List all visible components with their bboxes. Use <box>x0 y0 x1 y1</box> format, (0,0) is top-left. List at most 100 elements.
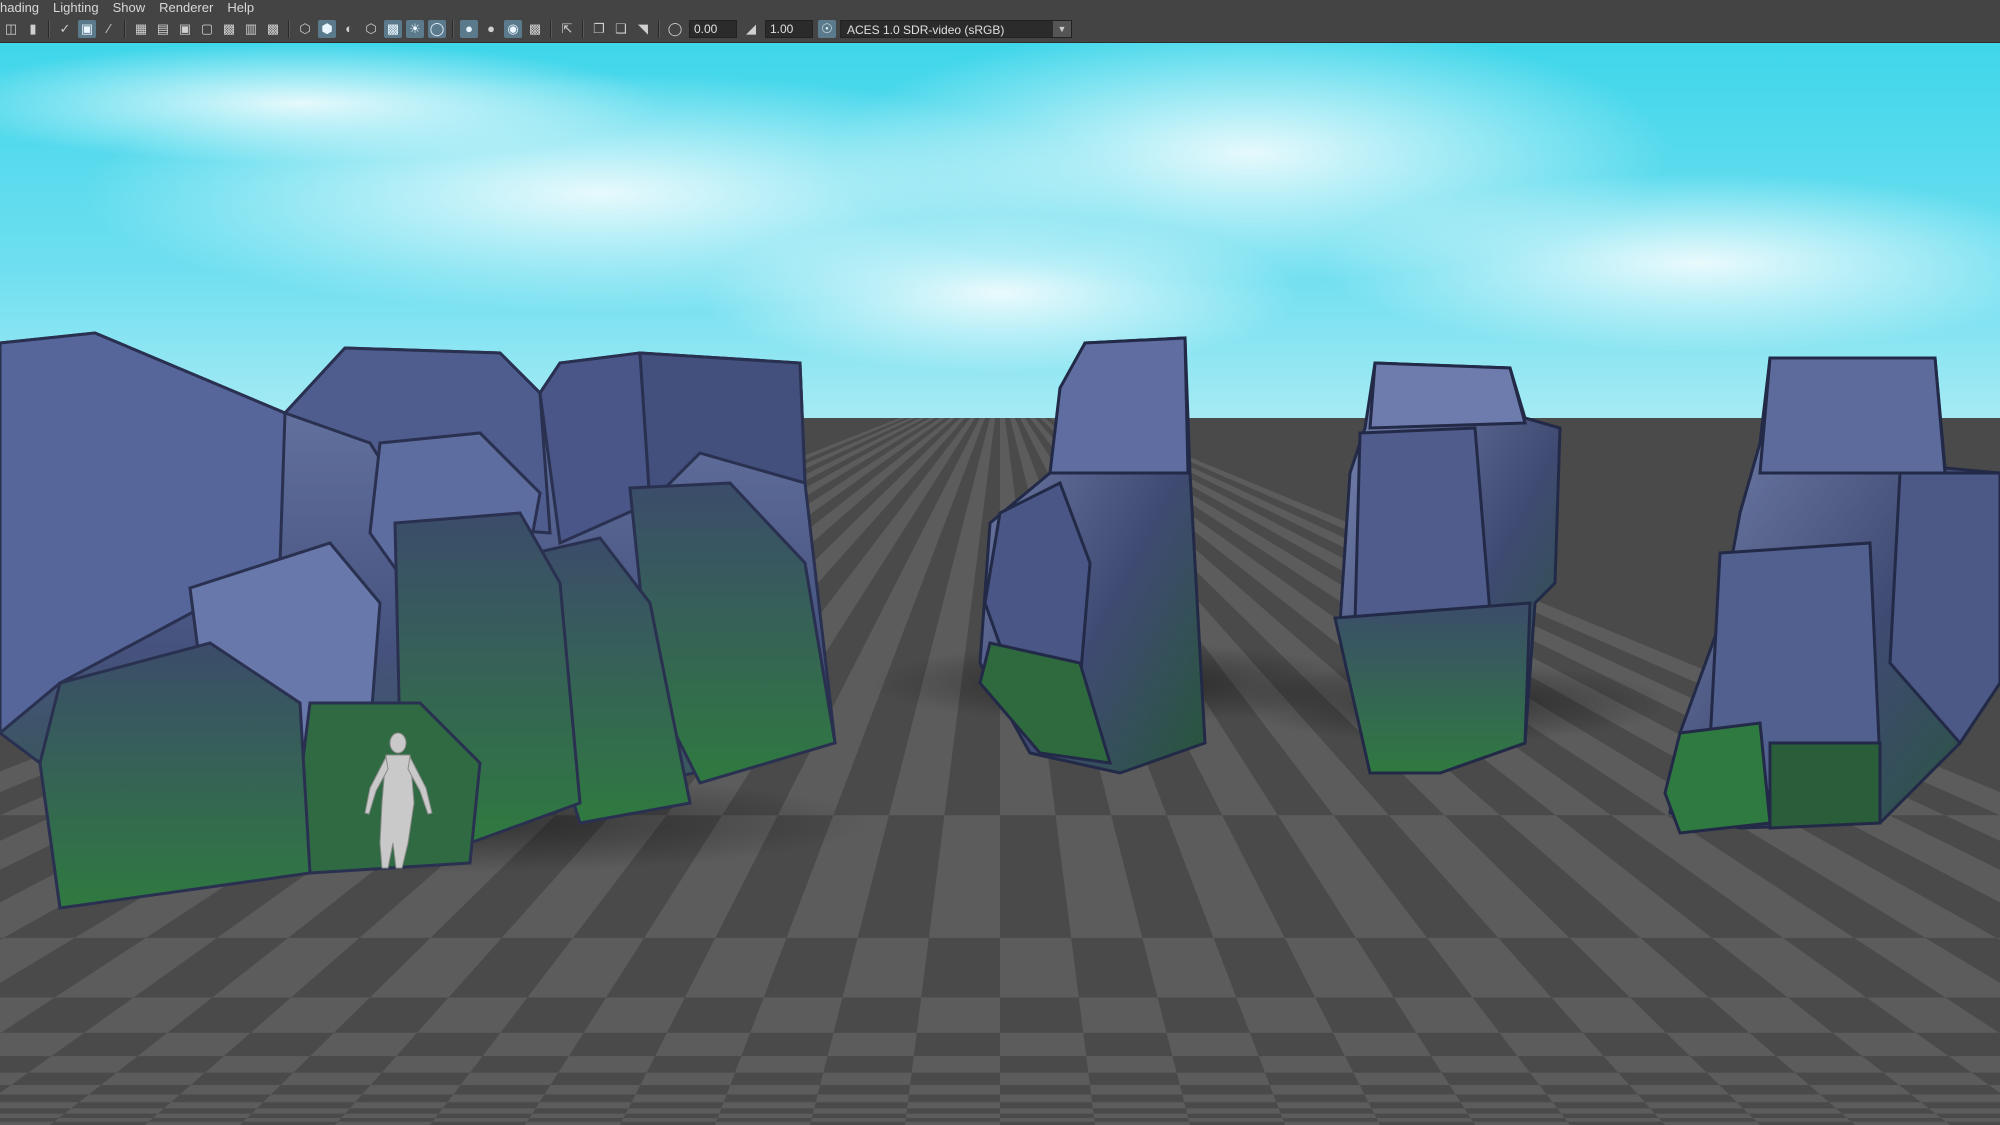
exposure-icon[interactable]: ◯ <box>666 20 684 38</box>
grid-tile <box>1941 1118 2000 1122</box>
menu-help[interactable]: Help <box>220 0 261 16</box>
menu-renderer[interactable]: Renderer <box>152 0 220 16</box>
brush-icon[interactable]: ∕ <box>100 20 118 38</box>
grid-tile <box>815 1094 909 1103</box>
isolate-select-icon[interactable]: ◉ <box>504 20 522 38</box>
grid-tile <box>810 1118 906 1122</box>
grid-tile <box>1000 1094 1093 1103</box>
backface-icon[interactable]: ❐ <box>590 20 608 38</box>
grid-tile <box>721 1102 816 1109</box>
grid-tile <box>1449 1084 1547 1095</box>
grid-tile <box>1182 1094 1277 1103</box>
grid-tile <box>460 1072 559 1085</box>
viewport-canvas[interactable] <box>0 43 2000 1125</box>
grid-icon[interactable]: ▦ <box>132 20 150 38</box>
grid-tile <box>535 1102 632 1109</box>
gate-mask-icon[interactable]: ▢ <box>198 20 216 38</box>
toolbar-divider <box>452 20 454 38</box>
grid-tile <box>1093 1113 1189 1118</box>
grid-tile <box>1752 1118 1852 1122</box>
textured-icon[interactable]: ⬡ <box>362 20 380 38</box>
grid-tile <box>1000 937 1079 998</box>
multisample-icon[interactable]: ● <box>482 20 500 38</box>
grid-tile <box>1269 1084 1365 1095</box>
grid-tile <box>1467 1113 1565 1118</box>
grid-tile <box>1809 1084 1912 1095</box>
grid-tile <box>362 1084 461 1095</box>
backface-icon[interactable]: ◥ <box>634 20 652 38</box>
camera-icon[interactable]: ◫ <box>2 20 20 38</box>
grid-tile <box>1644 1102 1744 1109</box>
gamma-icon[interactable]: ◢ <box>742 20 760 38</box>
xray-icon[interactable]: ▩ <box>526 20 544 38</box>
dropdown-chevron-icon[interactable]: ▼ <box>1053 21 1071 37</box>
default-material-icon[interactable]: ◐ <box>340 20 358 38</box>
film-gate-icon[interactable]: ▤ <box>154 20 172 38</box>
menu-show[interactable]: Show <box>106 0 153 16</box>
motion-blur-icon[interactable]: ● <box>460 20 478 38</box>
grid-tile <box>655 1032 751 1057</box>
grid-tile <box>1431 1056 1530 1073</box>
menu-lighting[interactable]: Lighting <box>46 0 106 16</box>
grid-tile <box>0 1102 80 1109</box>
grid-tile <box>1166 1032 1259 1057</box>
resolution-gate-icon[interactable]: ▣ <box>176 20 194 38</box>
grid-tile <box>447 1094 545 1103</box>
grid-tile <box>163 1102 264 1109</box>
grid-tile <box>1460 1102 1558 1109</box>
grid-tile <box>179 1084 281 1095</box>
grid-tile <box>735 1056 828 1073</box>
toolbar-divider <box>124 20 126 38</box>
grid-tile <box>1086 1056 1177 1073</box>
field-chart-icon[interactable]: ▩ <box>220 20 238 38</box>
grid-tile <box>907 1102 1000 1109</box>
grid-tile <box>1276 1102 1372 1109</box>
grid-tile <box>243 1118 342 1122</box>
shadows-icon[interactable]: ☀ <box>406 20 424 38</box>
safe-title-icon[interactable]: ▩ <box>264 20 282 38</box>
ambient-occlusion-icon[interactable]: ◯ <box>428 20 446 38</box>
grid-tile <box>1000 1032 1087 1057</box>
use-lights-icon[interactable]: ▩ <box>384 20 402 38</box>
grid-tile <box>1188 1118 1284 1122</box>
snap-icon[interactable]: ✓ <box>56 20 74 38</box>
grid-tile <box>640 1072 735 1085</box>
grid-tile <box>1546 1094 1645 1103</box>
toolbar-divider <box>582 20 584 38</box>
grid-tile <box>1333 1032 1432 1057</box>
color-management-icon[interactable]: ☉ <box>818 20 836 38</box>
grid-tile <box>280 1072 382 1085</box>
grid-tile <box>625 1108 722 1114</box>
gamma-field[interactable]: 1.00 <box>765 20 813 38</box>
grid-tile <box>349 1102 448 1109</box>
grid-tile <box>54 1118 154 1122</box>
grid-tile <box>529 1113 626 1118</box>
grid-tile <box>621 1118 718 1122</box>
color-space-label: ACES 1.0 SDR-video (sRGB) <box>847 23 1005 37</box>
grid-tile <box>1530 1072 1630 1085</box>
smooth-shade-icon[interactable]: ⬢ <box>318 20 336 38</box>
grid-tile <box>544 1084 641 1095</box>
grid-tile <box>263 1094 363 1103</box>
backface-icon[interactable]: ❑ <box>612 20 630 38</box>
color-space-dropdown[interactable]: ACES 1.0 SDR-video (sRGB) ▼ <box>840 20 1072 38</box>
bookmark-icon[interactable]: ▮ <box>24 20 42 38</box>
grid-tile <box>1654 1113 1753 1118</box>
xray-joints-icon[interactable]: ⇱ <box>558 20 576 38</box>
rock-pillar-2[interactable] <box>1333 361 1562 775</box>
3d-viewport[interactable] <box>0 43 2000 1125</box>
grid-tile <box>1883 1072 1989 1085</box>
grid-tile <box>381 1056 483 1073</box>
grid-tile <box>0 1113 65 1118</box>
grid-tile <box>153 1113 252 1118</box>
image-plane-icon[interactable]: ▣ <box>78 20 96 38</box>
menu-shading[interactable]: hading <box>0 0 46 16</box>
exposure-field[interactable]: 0.00 <box>689 20 737 38</box>
toolbar-divider <box>288 20 290 38</box>
wireframe-icon[interactable]: ⬡ <box>296 20 314 38</box>
grid-tile <box>812 1108 908 1114</box>
safe-action-icon[interactable]: ▥ <box>242 20 260 38</box>
grid-tile <box>341 1113 439 1118</box>
menu-bar: hading Lighting Show Renderer Help <box>0 0 2000 16</box>
grid-tile <box>482 1032 584 1057</box>
